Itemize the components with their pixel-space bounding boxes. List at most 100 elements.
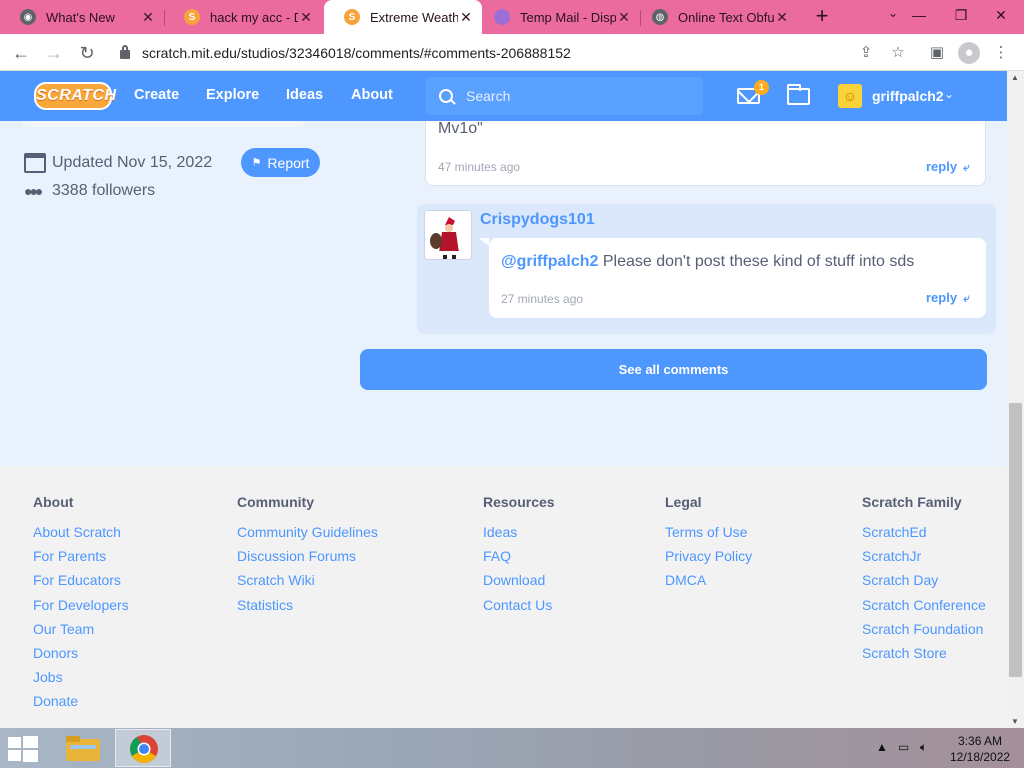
footer-link[interactable]: Our Team — [33, 621, 129, 645]
close-icon[interactable]: ✕ — [458, 9, 474, 26]
reply-arrow-icon: ⤶ — [963, 160, 970, 174]
reply-button[interactable]: reply ⤶ — [926, 159, 970, 175]
minimize-icon[interactable]: — — [904, 2, 934, 28]
reload-icon[interactable]: ↻ — [74, 40, 100, 66]
footer-link[interactable]: Scratch Conference — [862, 597, 986, 621]
footer-link[interactable]: Ideas — [483, 524, 555, 548]
calendar-icon — [24, 153, 46, 173]
footer-heading: Scratch Family — [862, 494, 962, 510]
page-content: Updated Nov 15, 2022 ⚑ Report ●●● 3388 f… — [0, 121, 1007, 728]
comment: Mv1o" 47 minutes ago reply ⤶ — [425, 121, 986, 186]
new-tab-button[interactable]: + — [810, 4, 834, 28]
show-hidden-icons-icon[interactable]: ▲ — [876, 740, 888, 754]
footer-link[interactable]: Statistics — [237, 597, 378, 621]
studio-followers: ●●● 3388 followers — [24, 182, 156, 199]
nav-about[interactable]: About — [351, 87, 393, 103]
footer-link[interactable]: Privacy Policy — [665, 548, 752, 572]
back-arrow-icon[interactable]: ← — [8, 40, 34, 66]
reply-comment: @griffpalch2 Please don't post these kin… — [479, 238, 986, 318]
footer-link[interactable]: Scratch Foundation — [862, 621, 986, 645]
share-icon[interactable]: ⇪ — [855, 42, 877, 64]
footer-link[interactable]: For Developers — [33, 597, 129, 621]
scroll-down-arrow-icon[interactable]: ▼ — [1011, 717, 1019, 726]
forward-arrow-icon[interactable]: → — [41, 40, 67, 66]
footer-heading: Resources — [483, 494, 555, 510]
report-button[interactable]: ⚑ Report — [241, 148, 320, 177]
page-scrollbar[interactable]: ▲ ▼ — [1007, 71, 1024, 728]
system-clock[interactable]: 3:36 AM 12/18/2022 — [950, 733, 1010, 765]
globe-icon: ◍ — [652, 9, 668, 25]
footer-link[interactable]: Community Guidelines — [237, 524, 378, 548]
file-explorer-icon[interactable] — [56, 729, 112, 767]
reply-button[interactable]: reply ⤶ — [926, 290, 970, 306]
footer-column-legal: Legal Terms of Use Privacy Policy DMCA — [665, 494, 752, 597]
chrome-taskbar-icon[interactable] — [115, 729, 171, 767]
site-footer: About About Scratch For Parents For Educ… — [0, 466, 1007, 728]
footer-link[interactable]: ScratchEd — [862, 524, 986, 548]
profile-avatar-icon[interactable]: ● — [958, 42, 980, 64]
volume-icon[interactable]: 🔈︎ — [920, 740, 927, 755]
footer-link[interactable]: Download — [483, 572, 555, 596]
scrollbar-thumb[interactable] — [1009, 403, 1022, 677]
nav-create[interactable]: Create — [134, 87, 179, 103]
scratch-logo[interactable]: SCRATCH — [34, 82, 116, 110]
footer-link[interactable]: About Scratch — [33, 524, 129, 548]
nav-ideas[interactable]: Ideas — [286, 87, 323, 103]
my-stuff-folder-icon[interactable] — [787, 84, 810, 105]
footer-link[interactable]: Jobs — [33, 669, 129, 693]
footer-column-community: Community Community Guidelines Discussio… — [237, 494, 378, 621]
footer-link[interactable]: Discussion Forums — [237, 548, 378, 572]
footer-link[interactable]: Donors — [33, 645, 129, 669]
browser-toolbar: ← → ↻ scratch.mit.edu/studios/32346018/c… — [0, 34, 1024, 71]
tab-online-text-obfuscator[interactable]: ◍ Online Text Obfu ✕ — [632, 0, 798, 34]
flag-icon: ⚑ — [251, 157, 262, 169]
comment-text: @griffpalch2 Please don't post these kin… — [501, 253, 915, 270]
scroll-up-arrow-icon[interactable]: ▲ — [1011, 73, 1019, 82]
tab-extreme-weather[interactable]: S Extreme Weather ✕ — [324, 0, 482, 34]
address-bar[interactable]: scratch.mit.edu/studios/32346018/comment… — [108, 38, 918, 67]
bookmark-star-icon[interactable]: ☆ — [887, 42, 909, 64]
footer-link[interactable]: For Parents — [33, 548, 129, 572]
footer-link[interactable]: Terms of Use — [665, 524, 752, 548]
restore-icon[interactable]: ❐ — [946, 2, 976, 28]
chevron-down-icon[interactable]: ⌄ — [944, 87, 954, 101]
username[interactable]: griffpalch2 — [872, 88, 944, 104]
lock-icon — [120, 45, 130, 59]
studio-updated: Updated Nov 15, 2022 — [24, 153, 212, 173]
tab-hack-my-acc[interactable]: S hack my acc - Dra ✕ — [164, 0, 322, 34]
santa-avatar-image — [425, 211, 471, 259]
tab-search-chevron-icon[interactable]: ⌄ — [888, 6, 898, 20]
footer-link[interactable]: Contact Us — [483, 597, 555, 621]
comment-text: Mv1o" — [438, 121, 483, 137]
more-vert-icon[interactable]: ⋮ — [990, 42, 1012, 64]
footer-heading: Legal — [665, 494, 702, 510]
window-close-icon[interactable]: ✕ — [986, 2, 1016, 28]
footer-link[interactable]: DMCA — [665, 572, 752, 596]
commenter-username[interactable]: Crispydogs101 — [480, 211, 595, 229]
windows-start-icon[interactable] — [8, 736, 38, 762]
see-all-comments-button[interactable]: See all comments — [360, 349, 987, 390]
search-box[interactable] — [426, 77, 703, 115]
tab-temp-mail[interactable]: Temp Mail - Dispo ✕ — [474, 0, 640, 34]
search-input[interactable] — [466, 88, 666, 104]
windows-taskbar: ▲ ▭ 🔈︎ 3:36 AM 12/18/2022 — [0, 728, 1024, 768]
close-icon[interactable]: ✕ — [298, 9, 314, 26]
commenter-avatar[interactable] — [424, 210, 472, 260]
close-icon[interactable]: ✕ — [774, 9, 790, 26]
nav-explore[interactable]: Explore — [206, 87, 259, 103]
close-icon[interactable]: ✕ — [140, 9, 156, 26]
footer-heading: Community — [237, 494, 314, 510]
mention-link[interactable]: @griffpalch2 — [501, 253, 598, 270]
footer-link[interactable]: ScratchJr — [862, 548, 986, 572]
tab-whats-new[interactable]: ◉ What's New ✕ — [0, 0, 164, 34]
side-panel-icon[interactable]: ▣ — [926, 42, 948, 64]
footer-link[interactable]: FAQ — [483, 548, 555, 572]
footer-link[interactable]: Donate — [33, 693, 129, 717]
footer-link[interactable]: For Educators — [33, 572, 129, 596]
close-icon[interactable]: ✕ — [616, 9, 632, 26]
network-icon[interactable]: ▭ — [898, 740, 909, 754]
footer-link[interactable]: Scratch Day — [862, 572, 986, 596]
user-avatar[interactable]: ☺ — [838, 84, 862, 108]
footer-link[interactable]: Scratch Store — [862, 645, 986, 669]
footer-link[interactable]: Scratch Wiki — [237, 572, 378, 596]
